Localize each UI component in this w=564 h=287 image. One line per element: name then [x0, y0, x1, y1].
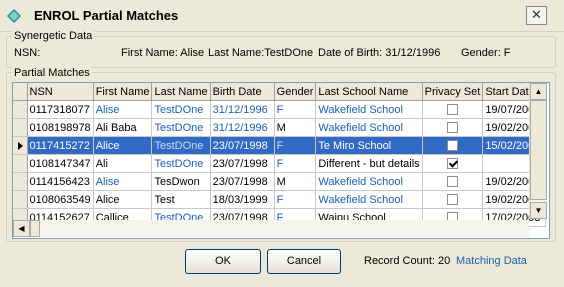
cell-first-name[interactable]: Ali Baba — [93, 118, 153, 137]
cell-nsn[interactable]: 0108063549 — [27, 190, 94, 209]
nsn-label: NSN: — [14, 47, 41, 59]
cell-birth-date[interactable]: 18/03/1999 — [210, 190, 275, 209]
cell-nsn[interactable]: 0108198978 — [27, 118, 94, 137]
cell-birth-date[interactable]: 23/07/1998 — [210, 172, 275, 191]
row-indicator[interactable] — [13, 154, 28, 173]
column-header-first-name[interactable]: First Name — [93, 83, 153, 101]
table-row[interactable]: 0114156423 Alise TesDwon 23/07/1998 M Wakefie… — [13, 172, 547, 191]
privacy-checkbox[interactable] — [446, 176, 458, 188]
cell-birth-date[interactable]: 31/12/1996 — [210, 118, 275, 137]
privacy-checkbox[interactable] — [446, 140, 458, 152]
cell-first-name[interactable]: Alice — [93, 190, 153, 209]
table-row[interactable]: 0117318077 Alise TestDOne 31/12/1996 F Wakefi… — [13, 100, 547, 119]
cell-last-school[interactable]: Wakefield School — [315, 172, 423, 191]
cell-birth-date[interactable]: 23/07/1998 — [210, 154, 275, 173]
cell-nsn[interactable]: 0108147347 — [27, 154, 94, 173]
window-title: ENROL Partial Matches — [34, 8, 179, 23]
record-count: Record Count: 20 — [364, 255, 451, 267]
cell-last-school[interactable]: Wakefield School — [315, 118, 423, 137]
cell-last-name[interactable]: TestDOne — [151, 100, 211, 119]
cell-gender[interactable]: M — [274, 172, 317, 191]
row-indicator[interactable] — [13, 100, 28, 119]
title-bar: ENROL Partial Matches ✕ — [0, 0, 564, 32]
row-indicator[interactable] — [13, 172, 28, 191]
row-indicator[interactable] — [13, 118, 28, 137]
matching-data-label: Matching Data — [456, 255, 527, 267]
cell-last-name[interactable]: Test — [151, 190, 211, 209]
cell-first-name[interactable]: Alise — [93, 172, 153, 191]
vertical-scrollbar[interactable]: ▲ ▼ — [529, 83, 547, 219]
cell-nsn[interactable]: 0114156423 — [27, 172, 94, 191]
vertical-scroll-thumb[interactable] — [530, 100, 547, 200]
cell-gender[interactable]: F — [274, 100, 317, 119]
column-header-gender[interactable]: Gender — [274, 83, 317, 101]
last-name-value: Last Name:TestDOne — [208, 47, 314, 59]
table-row[interactable]: 0108198978 Ali Baba TestDOne 31/12/1996 M Wak… — [13, 118, 547, 137]
scroll-left-icon[interactable]: ◀ — [13, 220, 30, 237]
column-header-privacy-set[interactable]: Privacy Set — [422, 83, 484, 101]
current-row-indicator-icon[interactable] — [13, 136, 28, 155]
cell-nsn[interactable]: 0117415272 — [27, 136, 94, 155]
cell-gender[interactable]: F — [274, 136, 317, 155]
cell-gender[interactable]: F — [274, 154, 317, 173]
cell-last-school[interactable]: Different - but details — [315, 154, 423, 173]
privacy-checkbox[interactable] — [446, 104, 458, 116]
cell-gender[interactable]: F — [274, 190, 317, 209]
cell-birth-date[interactable]: 23/07/1998 — [210, 136, 275, 155]
horizontal-scrollbar[interactable]: ◀ — [13, 220, 529, 237]
privacy-checkbox[interactable] — [446, 122, 458, 134]
scroll-down-icon[interactable]: ▼ — [530, 202, 547, 219]
cell-last-school[interactable]: Wakefield School — [315, 190, 423, 209]
cell-last-name[interactable]: TesDwon — [151, 172, 211, 191]
cell-privacy-set[interactable] — [422, 172, 484, 191]
cell-last-school[interactable]: Wakefield School — [315, 100, 423, 119]
cell-privacy-set[interactable] — [422, 154, 484, 173]
row-indicator-header — [13, 83, 28, 101]
cell-last-school[interactable]: Te Miro School — [315, 136, 423, 155]
close-icon[interactable]: ✕ — [526, 6, 547, 25]
cell-privacy-set[interactable] — [422, 190, 484, 209]
cell-privacy-set[interactable] — [422, 136, 484, 155]
horizontal-scroll-thumb[interactable] — [30, 220, 40, 237]
cell-gender[interactable]: M — [274, 118, 317, 137]
cell-last-name[interactable]: TestDOne — [151, 154, 211, 173]
column-header-nsn[interactable]: NSN — [27, 83, 94, 101]
cell-first-name[interactable]: Ali — [93, 154, 153, 173]
table-row[interactable]: 0108063549 Alice Test 18/03/1999 F Wakefield … — [13, 190, 547, 209]
column-header-last-name[interactable]: Last Name — [151, 83, 211, 101]
cell-first-name[interactable]: Alise — [93, 100, 153, 119]
matches-grid[interactable]: NSN First Name Last Name Birth Date Gend… — [12, 82, 550, 239]
first-name-value: First Name: Alise — [121, 47, 205, 59]
cell-last-name[interactable]: TestDOne — [151, 136, 211, 155]
privacy-checkbox[interactable] — [446, 194, 458, 206]
synergetic-data-label: Synergetic Data — [12, 30, 95, 42]
cell-privacy-set[interactable] — [422, 118, 484, 137]
cell-last-name[interactable]: TestDOne — [151, 118, 211, 137]
partial-matches-label: Partial Matches — [12, 67, 92, 79]
column-header-last-school[interactable]: Last School Name — [315, 83, 423, 101]
cell-first-name[interactable]: Alice — [93, 136, 153, 155]
grid-header-row: NSN First Name Last Name Birth Date Gend… — [13, 83, 547, 101]
gender-value: Gender: F — [461, 47, 511, 59]
privacy-checkbox[interactable] — [446, 158, 458, 170]
column-header-birth-date[interactable]: Birth Date — [210, 83, 275, 101]
date-of-birth-value: Date of Birth: 31/12/1996 — [318, 47, 441, 59]
cell-nsn[interactable]: 0117318077 — [27, 100, 94, 119]
cell-birth-date[interactable]: 31/12/1996 — [210, 100, 275, 119]
row-indicator[interactable] — [13, 190, 28, 209]
ok-button[interactable]: OK — [185, 249, 261, 274]
cancel-button[interactable]: Cancel — [267, 249, 341, 274]
table-row[interactable]: 0117415272 Alice TestDOne 23/07/1998 F Te Mir… — [13, 136, 547, 155]
cell-privacy-set[interactable] — [422, 100, 484, 119]
app-icon — [7, 9, 21, 23]
table-row[interactable]: 0108147347 Ali TestDOne 23/07/1998 F Differen… — [13, 154, 547, 173]
scroll-up-icon[interactable]: ▲ — [530, 83, 547, 100]
